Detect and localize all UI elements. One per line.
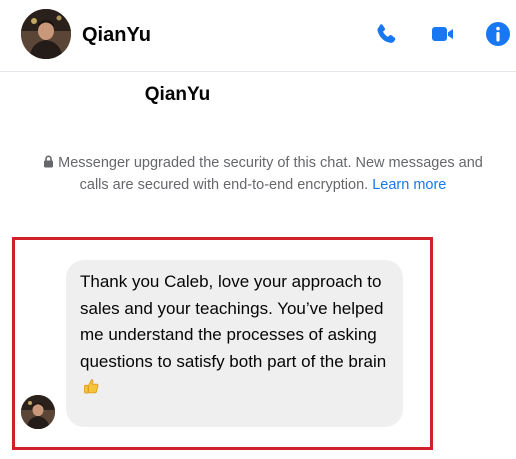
video-icon[interactable] xyxy=(428,20,456,48)
header-contact-name[interactable]: QianYu xyxy=(82,22,151,48)
phone-icon[interactable] xyxy=(372,20,400,48)
info-icon[interactable] xyxy=(484,20,512,48)
message-text: Thank you Caleb, love your approach to s… xyxy=(80,272,387,371)
lock-icon xyxy=(44,155,54,168)
avatar-photo xyxy=(21,395,55,429)
avatar-photo xyxy=(21,9,71,59)
avatar[interactable] xyxy=(21,9,71,59)
thumbs-up-icon xyxy=(84,379,99,394)
learn-more-link[interactable]: Learn more xyxy=(372,177,446,193)
chat-header: QianYu xyxy=(0,0,516,72)
messenger-chat-window: QianYu QianYu Messenger upgraded the sec… xyxy=(0,0,516,459)
conversation-contact-name: QianYu xyxy=(144,84,211,105)
encryption-notice: Messenger upgraded the security of this … xyxy=(40,152,486,196)
message-sender-avatar[interactable] xyxy=(21,395,55,429)
message-bubble[interactable]: Thank you Caleb, love your approach to s… xyxy=(66,260,403,427)
